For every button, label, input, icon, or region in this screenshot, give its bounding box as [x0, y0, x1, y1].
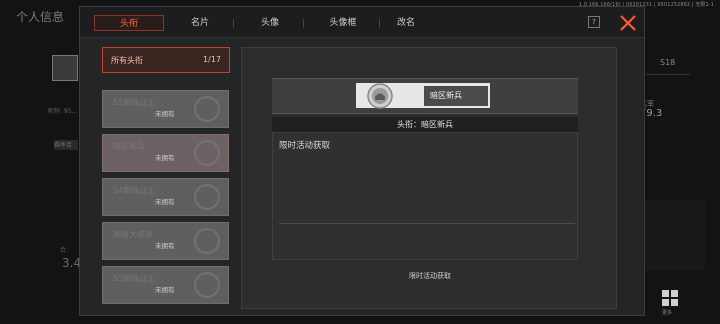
close-icon[interactable]	[618, 13, 638, 33]
stat-label-small: 合	[60, 247, 67, 254]
tab-rename[interactable]: 改名	[382, 15, 430, 31]
all-titles-label: 所有头衔	[111, 56, 143, 65]
title-dialog: 头衔 名片 头像 头像框 改名 ? 所有头衔 1/17 S5巅峰战士 未拥有 暗…	[79, 6, 645, 316]
all-titles-filter[interactable]: 所有头衔 1/17	[102, 47, 230, 73]
title-status: 未拥有	[155, 242, 175, 250]
background-panel	[645, 200, 705, 270]
grid-menu-label: 更多	[662, 310, 673, 316]
s3-peak-badge-icon	[194, 272, 220, 298]
title-name: 巅峰大佬家	[113, 230, 153, 239]
title-name: S3巅峰战士	[113, 274, 156, 283]
title-name: 暗区新兵	[113, 142, 145, 151]
tab-bar: 头衔 名片 头像 头像框 改名 ?	[80, 7, 644, 38]
tab-avatar-frame[interactable]: 头像框	[316, 15, 370, 31]
tab-divider	[379, 19, 380, 28]
season-badge-label: S18	[660, 58, 676, 67]
list-item[interactable]: S4巅峰战士 未拥有	[102, 178, 229, 216]
season-label: 赛季目	[54, 140, 78, 150]
nickname-text: 昵称: 95...	[48, 108, 78, 115]
tab-divider	[303, 19, 304, 28]
divider	[279, 223, 575, 224]
avatar	[52, 55, 78, 81]
title-source: 限时活动获取	[409, 272, 451, 280]
s4-peak-badge-icon	[194, 184, 220, 210]
tab-divider	[233, 19, 234, 28]
list-item[interactable]: 巅峰大佬家 未拥有	[102, 222, 229, 260]
title-status: 未拥有	[155, 154, 175, 162]
recruit-badge-icon	[194, 140, 220, 166]
title-status: 未拥有	[155, 286, 175, 294]
title-status: 未拥有	[155, 198, 175, 206]
help-button[interactable]: ?	[588, 16, 600, 28]
title-description: 限时活动获取	[279, 141, 331, 151]
title-detail-panel: 暗区新兵 头衔：暗区新兵 限时活动获取 限时活动获取	[241, 47, 617, 309]
helmet-icon	[367, 83, 393, 109]
all-titles-count: 1/17	[203, 55, 221, 64]
tab-name-card[interactable]: 名片	[176, 15, 224, 31]
s5-peak-badge-icon	[194, 96, 220, 122]
title-name: S4巅峰战士	[113, 186, 156, 195]
title-status: 未拥有	[155, 110, 175, 118]
title-preview-banner: 暗区新兵	[272, 78, 578, 114]
list-item[interactable]: S3巅峰战士 未拥有	[102, 266, 229, 304]
boss-badge-icon	[194, 228, 220, 254]
page-title: 个人信息	[16, 10, 65, 24]
title-preview-name: 暗区新兵	[430, 91, 462, 100]
list-item[interactable]: S5巅峰战士 未拥有	[102, 90, 229, 128]
list-item-selected[interactable]: 暗区新兵 未拥有	[102, 134, 229, 172]
title-info-header: 头衔：暗区新兵	[272, 117, 578, 132]
title-list[interactable]: 所有头衔 1/17 S5巅峰战士 未拥有 暗区新兵 未拥有 S4巅峰战士 未拥有…	[102, 47, 232, 307]
tab-titles[interactable]: 头衔	[94, 15, 164, 31]
tab-avatar[interactable]: 头像	[246, 15, 294, 31]
title-name: S5巅峰战士	[113, 98, 156, 107]
season-badge: S18	[646, 58, 690, 75]
title-info-box: 限时活动获取	[272, 132, 578, 260]
grid-menu-icon[interactable]	[661, 289, 679, 307]
